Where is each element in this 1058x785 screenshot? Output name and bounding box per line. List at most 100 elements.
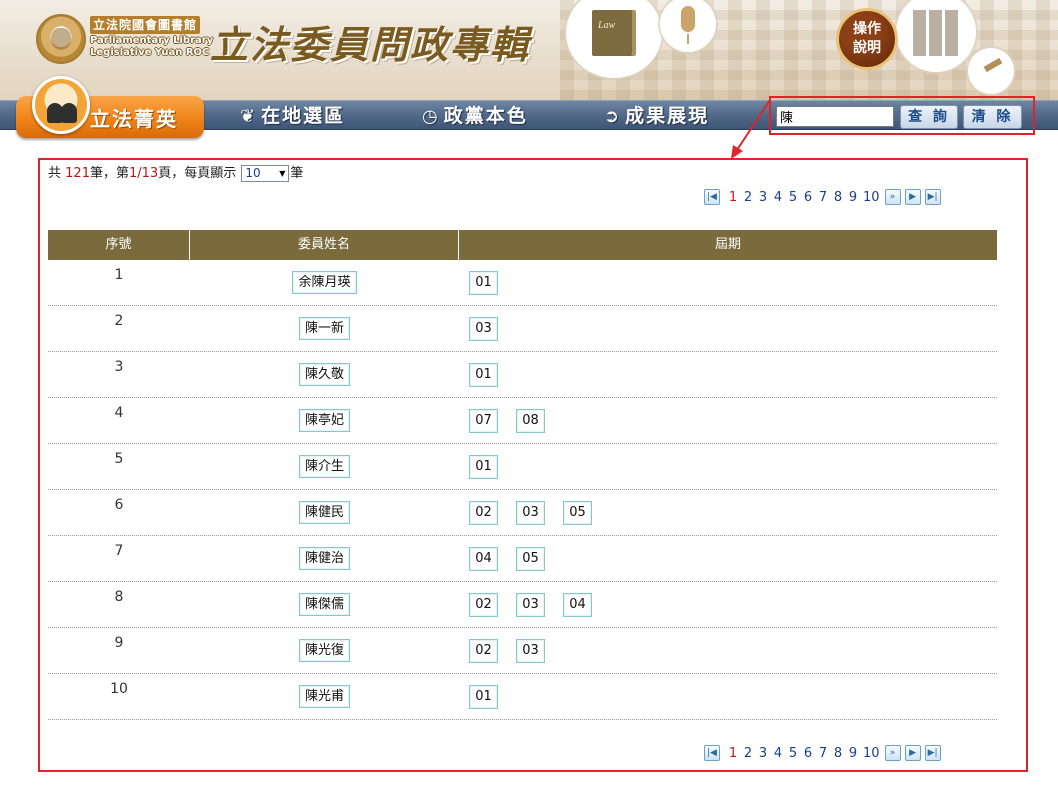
next-page-icon[interactable]: ▶ <box>904 189 921 205</box>
legislator-name-link[interactable]: 余陳月瑛 <box>292 271 357 294</box>
page-link-5[interactable]: 5 <box>788 190 798 205</box>
next-group-icon[interactable]: » <box>884 745 901 761</box>
page-link-5[interactable]: 5 <box>788 746 798 761</box>
page-link-9[interactable]: 9 <box>848 190 858 205</box>
gavel-bubble <box>968 48 1014 94</box>
logo-chinese-name: 立法院國會圖書館 <box>90 16 201 34</box>
terms-cell: 07 08 <box>459 398 997 443</box>
nav-tab-label: 立法菁英 <box>90 107 178 131</box>
legislator-name-link[interactable]: 陳一新 <box>298 317 350 340</box>
legislators-avatar-icon <box>32 76 90 134</box>
nav-tab-local-district[interactable]: ❦ 在地選區 <box>240 102 345 130</box>
legislator-name-link[interactable]: 陳介生 <box>298 455 350 478</box>
first-page-icon[interactable]: |◀ <box>704 745 720 761</box>
term-link[interactable]: 02 <box>469 639 498 663</box>
page-link-4[interactable]: 4 <box>773 746 783 761</box>
page-link-9[interactable]: 9 <box>848 746 858 761</box>
page-link-10[interactable]: 10 <box>863 190 880 205</box>
next-group-icon[interactable]: » <box>884 189 901 205</box>
name-cell: 陳久敬 <box>190 352 459 397</box>
term-link[interactable]: 01 <box>469 685 498 709</box>
term-link[interactable]: 07 <box>469 409 498 433</box>
col-header-name: 委員姓名 <box>190 230 459 260</box>
last-page-icon[interactable]: ▶| <box>924 189 941 205</box>
row-number: 1 <box>114 267 124 283</box>
legislator-name-link[interactable]: 陳健民 <box>298 501 350 524</box>
terms-cell: 01 <box>459 674 997 719</box>
nav-tab-party[interactable]: ◷ 政黨本色 <box>422 102 528 130</box>
terms-cell: 02 03 <box>459 628 997 673</box>
logo-english-line2: Legislative Yuan ROC <box>90 47 210 58</box>
page-link-8[interactable]: 8 <box>833 746 843 761</box>
term-link[interactable]: 04 <box>563 593 592 617</box>
term-link[interactable]: 01 <box>469 271 498 295</box>
first-page-icon[interactable]: |◀ <box>704 189 720 205</box>
term-link[interactable]: 01 <box>469 455 498 479</box>
term-link[interactable]: 08 <box>516 409 545 433</box>
name-cell: 陳健民 <box>190 490 459 535</box>
row-number: 7 <box>114 543 124 559</box>
table-row: 6 陳健民 02 03 05 <box>48 490 997 536</box>
page-link-3[interactable]: 3 <box>758 190 768 205</box>
page-link-2[interactable]: 2 <box>743 746 753 761</box>
table-row: 10 陳光甫 01 <box>48 674 997 720</box>
page-link-10[interactable]: 10 <box>863 746 880 761</box>
page-link-2[interactable]: 2 <box>743 190 753 205</box>
table-row: 9 陳光復 02 03 <box>48 628 997 674</box>
page-link-6[interactable]: 6 <box>803 190 813 205</box>
legislator-name-link[interactable]: 陳健治 <box>298 547 350 570</box>
pager-bottom: |◀ 1 2 3 4 5 6 7 8 9 10 » ▶ ▶| <box>704 744 945 762</box>
term-link[interactable]: 03 <box>516 593 545 617</box>
row-number: 3 <box>114 359 124 375</box>
law-book-icon: Law <box>592 10 632 56</box>
site-header: 立法院國會圖書館 Parliamentary Library Legislati… <box>0 0 1058 100</box>
term-link[interactable]: 03 <box>469 317 498 341</box>
page-link-7[interactable]: 7 <box>818 746 828 761</box>
name-cell: 陳亭妃 <box>190 398 459 443</box>
col-header-terms: 屆期 <box>714 237 741 252</box>
terms-cell: 02 03 05 <box>459 490 997 535</box>
table-row: 3 陳久敬 01 <box>48 352 997 398</box>
term-link[interactable]: 03 <box>516 501 545 525</box>
page-link-1[interactable]: 1 <box>728 190 738 205</box>
library-logo-icon[interactable] <box>36 14 86 64</box>
legislators-table: 序號 委員姓名 屆期 1 余陳月瑛 01 2 陳一新 03 3 陳久敬 01 4 陳亭妃 07 08 5 陳… <box>48 230 997 720</box>
page-link-4[interactable]: 4 <box>773 190 783 205</box>
page-link-3[interactable]: 3 <box>758 746 768 761</box>
help-button[interactable]: 操作 說明 <box>836 8 898 70</box>
pager-top: |◀ 1 2 3 4 5 6 7 8 9 10 » ▶ ▶| <box>704 188 945 206</box>
search-input[interactable] <box>776 106 894 127</box>
row-number: 8 <box>114 589 124 605</box>
term-link[interactable]: 01 <box>469 363 498 387</box>
next-page-icon[interactable]: ▶ <box>904 745 921 761</box>
row-number: 4 <box>114 405 124 421</box>
site-title: 立法委員問政專輯 <box>210 22 531 67</box>
terms-cell: 02 03 04 <box>459 582 997 627</box>
legislator-name-link[interactable]: 陳傑儒 <box>298 593 350 616</box>
legislator-name-link[interactable]: 陳亭妃 <box>298 409 350 432</box>
legislator-name-link[interactable]: 陳光甫 <box>298 685 350 708</box>
page-size-select[interactable]: 10 <box>241 165 290 182</box>
name-cell: 陳傑儒 <box>190 582 459 627</box>
table-body: 1 余陳月瑛 01 2 陳一新 03 3 陳久敬 01 4 陳亭妃 07 08 5 陳介生 01 6 陳健民 02 0… <box>48 260 997 720</box>
page-link-6[interactable]: 6 <box>803 746 813 761</box>
query-button[interactable]: 查 詢 <box>900 105 958 129</box>
page-link-7[interactable]: 7 <box>818 190 828 205</box>
name-cell: 陳一新 <box>190 306 459 351</box>
nav-tab-achievements[interactable]: ➲ 成果展現 <box>604 102 709 130</box>
term-link[interactable]: 02 <box>469 593 498 617</box>
term-link[interactable]: 02 <box>469 501 498 525</box>
term-link[interactable]: 04 <box>469 547 498 571</box>
legislator-name-link[interactable]: 陳久敬 <box>298 363 350 386</box>
term-link[interactable]: 05 <box>563 501 592 525</box>
page-link-1[interactable]: 1 <box>728 746 738 761</box>
term-link[interactable]: 05 <box>516 547 545 571</box>
taiwan-map-icon: ❦ <box>240 106 256 127</box>
last-page-icon[interactable]: ▶| <box>924 745 941 761</box>
term-link[interactable]: 03 <box>516 639 545 663</box>
clear-button[interactable]: 清 除 <box>963 105 1022 129</box>
terms-cell: 01 <box>459 444 997 489</box>
row-number: 6 <box>114 497 124 513</box>
legislator-name-link[interactable]: 陳光復 <box>298 639 350 662</box>
page-link-8[interactable]: 8 <box>833 190 843 205</box>
